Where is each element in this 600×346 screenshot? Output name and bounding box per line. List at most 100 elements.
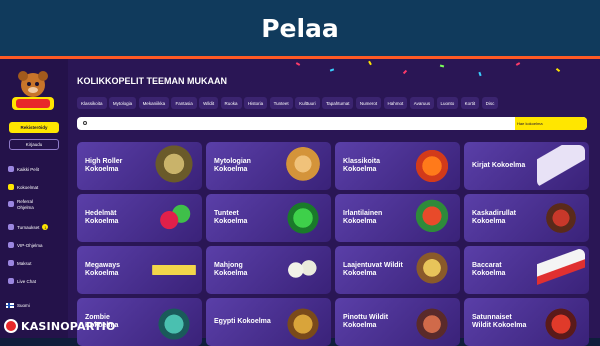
theme-chip[interactable]: Tapahtumat — [321, 97, 354, 109]
confetti-piece — [478, 71, 482, 77]
sidebar-item-live-chat[interactable]: Live Chat — [8, 275, 64, 287]
search-bar: Hae kokoelma — [77, 117, 587, 130]
card-label: Mahjong Kokoelma — [214, 262, 248, 277]
collection-card[interactable]: Megaways Kokoelma — [77, 246, 202, 294]
footer-brand: KASINOPARTIO — [21, 319, 116, 333]
sidebar-item-label: Kaikki Pelit — [17, 166, 40, 172]
theme-chip[interactable]: Historia — [243, 97, 268, 109]
theme-chip[interactable]: Avaruus — [409, 97, 435, 109]
theme-chip[interactable]: Mekaniikka — [138, 97, 170, 109]
confetti-piece — [295, 62, 301, 66]
card-label: High Roller Kokoelma — [85, 158, 123, 173]
sidebar-item-all-games[interactable]: Kaikki Pelit — [8, 163, 64, 175]
heroine-art — [408, 301, 456, 343]
collection-icon — [8, 184, 14, 190]
kasinopartio-logo: KASINOPARTIO — [4, 318, 116, 334]
confetti-piece — [555, 67, 561, 73]
sidebar-item-collections[interactable]: Kokoelmat — [8, 181, 64, 193]
theme-chip[interactable]: Tunteet — [269, 97, 293, 109]
sidebar-item-payments[interactable]: Maksut — [8, 257, 64, 269]
chat-icon — [8, 278, 14, 284]
sidebar-item-vip[interactable]: VIP-Ohjelma — [8, 239, 64, 251]
casino-screen: Rekisteröidy Kirjaudu Kaikki Pelit Kokoe… — [0, 59, 600, 346]
header-banner: Pelaa — [0, 0, 600, 56]
collection-card[interactable]: Hedelmät Kokoelma — [77, 194, 202, 242]
collection-card[interactable]: Baccarat Kokoelma — [464, 246, 589, 294]
card-label: Mytologian Kokoelma — [214, 158, 251, 173]
mahjong-tiles-art — [279, 249, 327, 291]
sidebar-item-label: Live Chat — [17, 278, 37, 284]
trophy-icon — [8, 224, 14, 230]
register-button[interactable]: Rekisteröidy — [9, 122, 59, 133]
theme-chip[interactable]: Hahmot — [383, 97, 408, 109]
theme-chip[interactable]: Kortit — [460, 97, 480, 109]
collection-card[interactable]: Tunteet Kokoelma — [206, 194, 331, 242]
card-label: Klassikoita Kokoelma — [343, 158, 380, 173]
sidebar-item-referral[interactable]: Referral Ohjelma — [8, 199, 64, 215]
cards-art — [537, 249, 585, 291]
card-label: Pinottu Wildit Kokoelma — [343, 314, 389, 329]
collection-card[interactable]: Irlantilainen Kokoelma — [335, 194, 460, 242]
collection-card[interactable]: Kaskadirullat Kokoelma — [464, 194, 589, 242]
pharaoh-art — [279, 301, 327, 343]
theme-chip[interactable]: Wildit — [199, 97, 219, 109]
language-label: Suomi — [17, 303, 30, 308]
confetti-piece — [439, 64, 445, 68]
gift-icon — [8, 201, 14, 207]
theme-filter-bar: Klassikoita Mytologia Mekaniikka Fantasi… — [77, 97, 593, 109]
demon-art — [537, 301, 585, 343]
confetti-piece — [368, 60, 372, 66]
language-selector[interactable]: Suomi — [6, 303, 30, 308]
confetti-piece — [402, 69, 408, 75]
main-content: KOLIKKOPELIT TEEMAN MUKAAN Klassikoita M… — [68, 59, 600, 346]
sidebar-item-label: Turnaukset — [17, 224, 40, 230]
search-collection-button[interactable]: Hae kokoelma — [515, 117, 587, 130]
card-label: Tunteet Kokoelma — [214, 210, 248, 225]
sidebar-item-label: Maksut — [17, 260, 32, 266]
collection-card[interactable]: Klassikoita Kokoelma — [335, 142, 460, 190]
finland-flag-icon — [6, 303, 14, 308]
megaways-logo-art — [150, 265, 198, 275]
crown-icon — [8, 242, 14, 248]
tournament-count-badge: 1 — [42, 224, 49, 230]
theme-chip[interactable]: Numerot — [355, 97, 382, 109]
collection-card[interactable]: Mytologian Kokoelma — [206, 142, 331, 190]
theme-chip[interactable]: Fantasia — [171, 97, 197, 109]
confetti-piece — [515, 62, 521, 66]
frog-art — [279, 197, 327, 239]
collection-grid: High Roller Kokoelma Mytologian Kokoelma… — [77, 142, 593, 346]
collection-card[interactable]: Kirjat Kokoelma — [464, 142, 589, 190]
theme-chip[interactable]: Klassikoita — [77, 97, 107, 109]
theme-chip[interactable]: Kulttuuri — [295, 97, 320, 109]
bingo-bonga-logo — [12, 71, 54, 110]
search-icon — [83, 121, 87, 125]
book-art — [537, 145, 585, 187]
fruit-art — [150, 197, 198, 239]
sidebar: Rekisteröidy Kirjaudu Kaikki Pelit Kokoe… — [0, 59, 68, 338]
wallet-icon — [8, 260, 14, 266]
section-title: KOLIKKOPELIT TEEMAN MUKAAN — [77, 76, 227, 86]
collection-card[interactable]: Laajentuvat Wildit Kokoelma — [335, 246, 460, 294]
collection-card[interactable]: Pinottu Wildit Kokoelma — [335, 298, 460, 346]
theme-chip[interactable]: Luonto — [436, 97, 459, 109]
warrior-art — [537, 197, 585, 239]
adventurer-art — [408, 249, 456, 291]
card-label: Irlantilainen Kokoelma — [343, 210, 383, 225]
theme-chip[interactable]: Disc — [481, 97, 499, 109]
theme-chip[interactable]: Ruoka — [220, 97, 242, 109]
card-label: Laajentuvat Wildit Kokoelma — [343, 262, 403, 277]
grid-icon — [8, 166, 14, 172]
card-label: Satunnaiset Wildit Kokoelma — [472, 314, 527, 329]
card-label: Megaways Kokoelma — [85, 262, 121, 277]
theme-chip[interactable]: Mytologia — [108, 97, 137, 109]
collection-card[interactable]: High Roller Kokoelma — [77, 142, 202, 190]
sidebar-item-tournaments[interactable]: Turnaukset 1 — [8, 221, 64, 233]
collection-card[interactable]: Satunnaiset Wildit Kokoelma — [464, 298, 589, 346]
login-button[interactable]: Kirjaudu — [9, 139, 59, 150]
collection-card[interactable]: Egypti Kokoelma — [206, 298, 331, 346]
confetti-piece — [329, 68, 335, 72]
collection-card[interactable]: Mahjong Kokoelma — [206, 246, 331, 294]
lucky-seven-art — [408, 145, 456, 187]
leprechaun-art — [408, 197, 456, 239]
card-label: Baccarat Kokoelma — [472, 262, 506, 277]
